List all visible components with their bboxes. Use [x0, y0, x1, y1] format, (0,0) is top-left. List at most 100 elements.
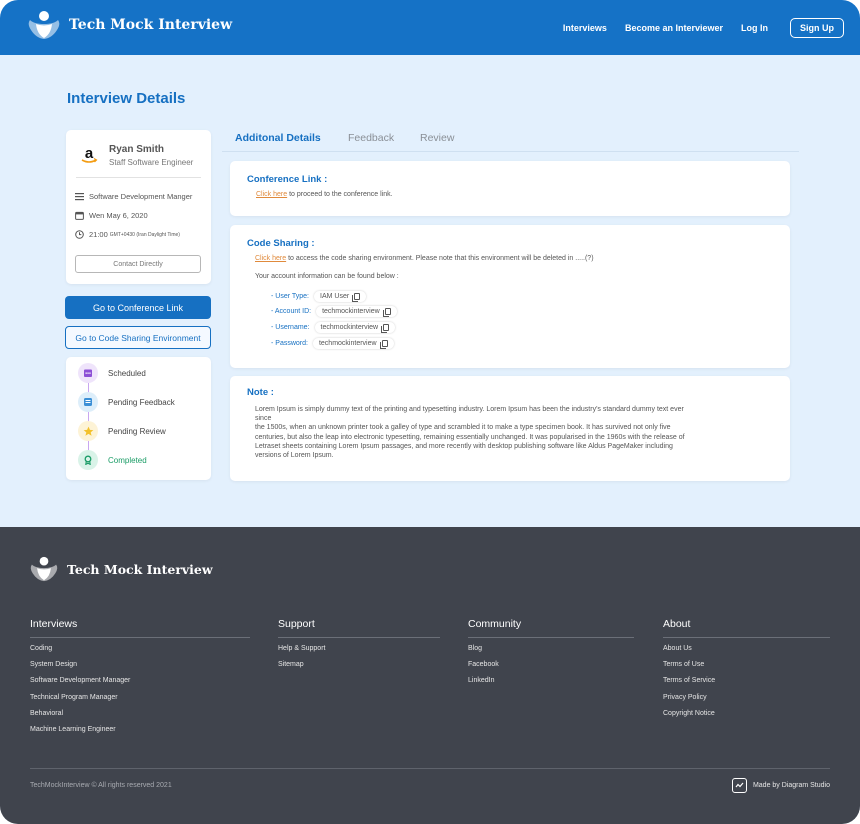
- field-value[interactable]: techmockinterview: [316, 306, 397, 317]
- footer-link[interactable]: Blog: [468, 644, 634, 660]
- note-body: Lorem Ipsum is simply dummy text of the …: [255, 405, 765, 460]
- status-pending-review: Pending Review: [78, 421, 166, 441]
- divider: [76, 177, 201, 178]
- footer-link[interactable]: LinkedIn: [468, 676, 634, 692]
- footer-link[interactable]: System Design: [30, 660, 250, 676]
- tab-additional-details[interactable]: Additonal Details: [235, 132, 321, 144]
- interviewer-role: Staff Software Engineer: [109, 158, 194, 167]
- footer-link[interactable]: Terms of Use: [663, 660, 830, 676]
- brand-logo[interactable]: Tech Mock Interview: [27, 10, 232, 40]
- signup-button[interactable]: Sign Up: [790, 18, 844, 38]
- account-field-password: - Password: techmockinterview: [271, 338, 394, 349]
- conference-text: Click here to proceed to the conference …: [256, 191, 393, 198]
- code-sharing-card: Code Sharing : Click here to access the …: [230, 225, 790, 368]
- note-line: Letraset sheets containing Lorem Ipsum p…: [255, 442, 673, 450]
- top-nav-bar: Tech Mock Interview Interviews Become an…: [0, 0, 860, 55]
- position-text: Software Development Manger: [89, 192, 193, 201]
- menu-icon: [75, 193, 84, 201]
- status-label: Pending Review: [108, 426, 166, 436]
- logo-icon: [28, 11, 60, 39]
- brand-name: Tech Mock Interview: [69, 17, 233, 33]
- footer-link[interactable]: Technical Program Manager: [30, 693, 250, 709]
- main-nav: Interviews Become an Interviewer Log In …: [545, 18, 844, 38]
- date-text: Wen May 6, 2020: [89, 211, 148, 220]
- time-text: 21:00: [89, 230, 108, 239]
- field-value[interactable]: techmockinterview: [314, 322, 396, 333]
- footer: Tech Mock Interview Interviews Coding Sy…: [0, 527, 860, 824]
- account-info-text: Your account information can be found be…: [255, 273, 399, 280]
- diagram-studio-icon: [731, 778, 747, 793]
- note-card: Note : Lorem Ipsum is simply dummy text …: [230, 376, 790, 481]
- note-line: Lorem Ipsum is simply dummy text of the …: [255, 406, 684, 413]
- timeline-line: [88, 375, 89, 462]
- footer-link[interactable]: Software Development Manager: [30, 676, 250, 692]
- date-row: Wen May 6, 2020: [75, 211, 148, 220]
- tab-review[interactable]: Review: [420, 132, 454, 144]
- footer-link[interactable]: Copyright Notice: [663, 709, 830, 725]
- copy-icon[interactable]: [379, 340, 388, 349]
- footer-link[interactable]: Help & Support: [278, 644, 440, 660]
- status-pending-feedback: Pending Feedback: [78, 392, 175, 412]
- conference-link-card: Conference Link : Click here to proceed …: [230, 161, 790, 216]
- field-value[interactable]: IAM User: [314, 291, 367, 302]
- made-by-credit[interactable]: Made by Diagram Studio: [731, 778, 830, 793]
- footer-column-title: Interviews: [30, 618, 250, 638]
- footer-column-about: About About Us Terms of Use Terms of Ser…: [663, 618, 830, 725]
- status-label: Completed: [108, 455, 147, 465]
- nav-interviews[interactable]: Interviews: [563, 23, 607, 33]
- note-line: the 1500s, when an unknown printer took …: [255, 424, 671, 432]
- conference-description: to proceed to the conference link.: [289, 191, 393, 198]
- field-key: - User Type:: [271, 293, 309, 300]
- code-sharing-text: Click here to access the code sharing en…: [255, 255, 594, 262]
- footer-link[interactable]: About Us: [663, 644, 830, 660]
- footer-column-title: About: [663, 618, 830, 638]
- footer-divider: [30, 768, 830, 769]
- footer-column-community: Community Blog Facebook LinkedIn: [468, 618, 634, 693]
- contact-directly-button[interactable]: Contact Directly: [75, 255, 201, 273]
- field-key: - Account ID:: [271, 308, 312, 315]
- conference-click-here-link[interactable]: Click here: [256, 191, 287, 198]
- made-by-text: Made by Diagram Studio: [752, 782, 830, 789]
- page-title: Interview Details: [67, 90, 186, 107]
- nav-login[interactable]: Log In: [741, 23, 768, 33]
- award-status-icon: [78, 450, 98, 470]
- time-row: 21:00 GMT+0430 (Iran Daylight Time): [75, 230, 180, 239]
- conference-title: Conference Link :: [247, 174, 328, 185]
- footer-column-title: Support: [278, 618, 440, 638]
- tab-feedback[interactable]: Feedback: [348, 132, 394, 144]
- field-value[interactable]: techmockinterview: [312, 338, 394, 349]
- nav-become-interviewer[interactable]: Become an Interviewer: [625, 23, 723, 33]
- go-to-conference-button[interactable]: Go to Conference Link: [65, 296, 211, 319]
- page: Tech Mock Interview Interviews Become an…: [0, 0, 860, 824]
- calendar-icon: [75, 211, 84, 220]
- footer-link[interactable]: Coding: [30, 644, 250, 660]
- copy-icon[interactable]: [352, 293, 361, 302]
- footer-brand-logo[interactable]: Tech Mock Interview: [29, 556, 213, 582]
- footer-link[interactable]: Machine Learning Engineer: [30, 725, 250, 741]
- copy-icon[interactable]: [382, 308, 391, 317]
- svg-text:a: a: [85, 145, 94, 162]
- logo-icon: [30, 556, 58, 582]
- feedback-status-icon: [78, 392, 98, 412]
- footer-link[interactable]: Privacy Policy: [663, 693, 830, 709]
- note-line: centuries, but also the leap into electr…: [255, 433, 685, 441]
- footer-brand-name: Tech Mock Interview: [67, 561, 213, 577]
- note-line: since: [255, 415, 272, 423]
- field-key: - Username:: [271, 324, 310, 331]
- amazon-logo-icon: a: [81, 145, 98, 163]
- calendar-status-icon: [78, 363, 98, 383]
- status-label: Scheduled: [108, 368, 146, 378]
- status-completed: Completed: [78, 450, 147, 470]
- detail-tabs: Additonal Details Feedback Review: [222, 128, 799, 152]
- status-label: Pending Feedback: [108, 397, 175, 407]
- position-row: Software Development Manger: [75, 192, 192, 201]
- interviewer-card: a Ryan Smith Staff Software Engineer Sof…: [66, 130, 211, 284]
- status-timeline: Scheduled Pending Feedback Pending Revie…: [66, 357, 211, 480]
- code-click-here-link[interactable]: Click here: [255, 255, 286, 262]
- go-to-code-sharing-button[interactable]: Go to Code Sharing Environment: [65, 326, 211, 349]
- footer-link[interactable]: Behavioral: [30, 709, 250, 725]
- footer-link[interactable]: Facebook: [468, 660, 634, 676]
- footer-link[interactable]: Sitemap: [278, 660, 440, 676]
- copy-icon[interactable]: [381, 324, 390, 333]
- footer-link[interactable]: Terms of Service: [663, 676, 830, 692]
